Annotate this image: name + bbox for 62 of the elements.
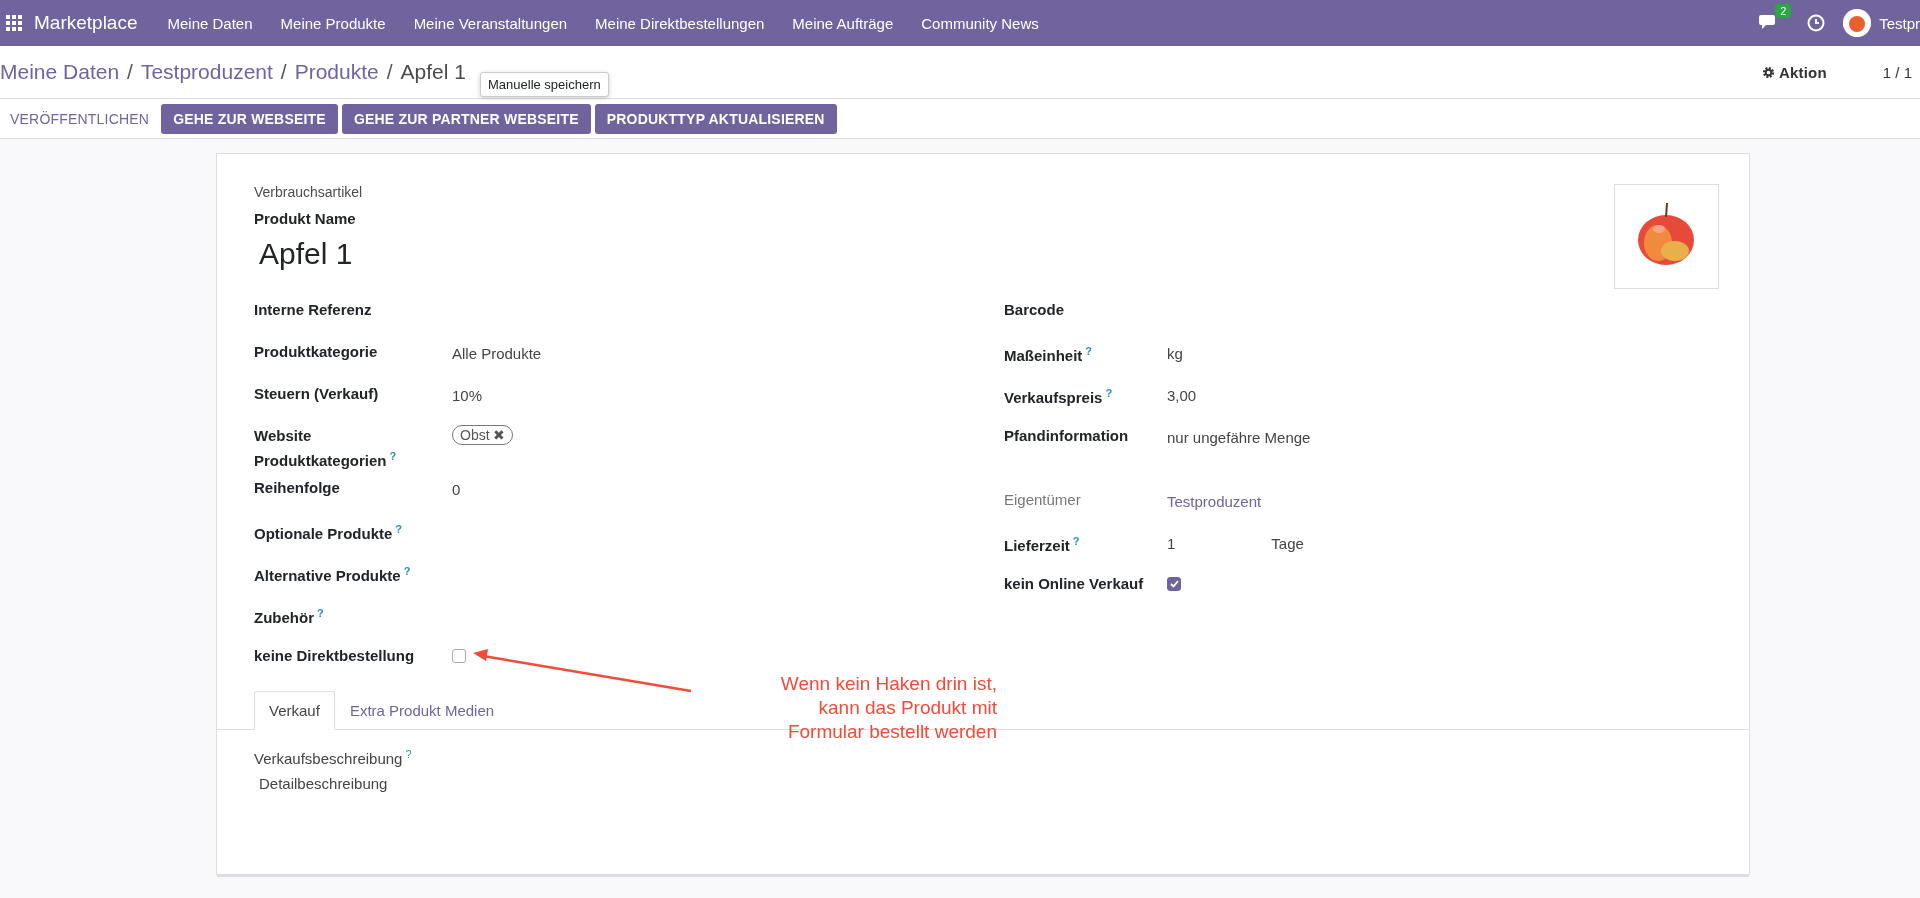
field-label: Barcode [1004,300,1066,320]
field-label: Eigentümer [1004,490,1082,510]
avatar-icon[interactable] [1843,9,1872,37]
field-label: Produktkategorie [254,342,379,362]
field-value[interactable]: kg [1167,341,1749,364]
field-label: Alternative Produkte $^{?}$ [254,564,412,586]
menu-item[interactable]: Meine Produkte [266,14,400,32]
breadcrumb-link[interactable]: Testproduzent [140,60,273,84]
menu-item[interactable]: Meine Daten [153,14,267,32]
field-value[interactable]: 1 [1167,531,1176,554]
menu-item[interactable]: Meine Aufträge [778,14,908,32]
field-label: keine Direktbestellung [254,646,416,666]
field-label: Interne Referenz [254,300,373,320]
description-text[interactable]: Detailbeschreibung [259,775,1749,792]
gear-icon [1761,65,1775,79]
field-label: Steuern (Verkauf) [254,384,380,404]
pager: 1 / 1 [1882,63,1912,81]
breadcrumb-link[interactable]: Produkte [294,60,379,84]
field-value[interactable]: Alle Produkte [452,341,1004,364]
breadcrumb-separator: / [386,60,393,84]
action-button[interactable]: PRODUKTTYP AKTUALISIEREN [594,103,837,134]
product-name[interactable]: Apfel 1 [259,237,1614,271]
action-button[interactable]: GEHE ZUR WEBSEITE [161,103,338,134]
field-value[interactable]: 0 [452,477,1004,500]
owner-link[interactable]: Testproduzent [1167,489,1749,512]
field-value[interactable]: 10% [452,383,1004,406]
menu-item[interactable]: Meine Direktbestellungen [581,14,779,32]
field-label: Verkaufspreis $^{?}$ [1004,386,1114,408]
annotation-text: Wenn kein Haken drin ist, kann das Produkt mit Formular bestellt werden [779,672,997,744]
field-label: Optionale Produkte $^{?}$ [254,522,404,544]
checkbox[interactable] [452,649,466,663]
clock-icon[interactable] [1807,14,1826,32]
unit-label: Tage [1271,534,1304,554]
breadcrumb-separator: / [127,60,133,84]
message-count: 2 [1775,4,1792,18]
user-name[interactable]: Testpr [1879,14,1920,32]
field-value[interactable]: nur ungefähre Menge [1167,425,1749,448]
field-label: Reihenfolge [254,478,341,498]
menu-item[interactable]: Community News [907,14,1053,32]
field-label: kein Online Verkauf [1004,574,1145,594]
breadcrumb-link[interactable]: Meine Daten [0,60,120,84]
tab[interactable]: Extra Produkt Medien [334,691,510,730]
apps-menu-icon[interactable] [6,15,22,31]
field-label: Lieferzeit $^{?}$ [1004,534,1081,556]
breadcrumb-separator: / [280,60,287,84]
field-label: Produkt Name [254,210,357,227]
product-type: Verbrauchsartikel [254,184,364,200]
field-label: Pfandinformation [1004,426,1130,446]
checkbox[interactable] [1167,577,1181,591]
field-label: Maßeinheit $^{?}$ [1004,344,1094,366]
action-menu[interactable]: Aktion [1753,56,1835,88]
action-button[interactable]: VERÖFFENTLICHEN [2,103,158,134]
action-button[interactable]: GEHE ZUR PARTNER WEBSEITE [341,103,591,134]
menu-item[interactable]: Meine Veranstaltungen [399,14,582,32]
app-title[interactable]: Marketplace [34,12,138,34]
field-label: Verkaufsbeschreibung $^{?}$ [254,748,413,767]
tab[interactable]: Verkauf [254,691,335,730]
field-label: Zubehör $^{?}$ [254,606,325,628]
tooltip: Manuelle speichern [480,72,609,97]
breadcrumb-current: Apfel 1 [400,60,466,84]
field-label: Website Produktkategorien $^{?}$ [254,426,398,471]
field-value[interactable]: 3,00 [1167,383,1749,406]
